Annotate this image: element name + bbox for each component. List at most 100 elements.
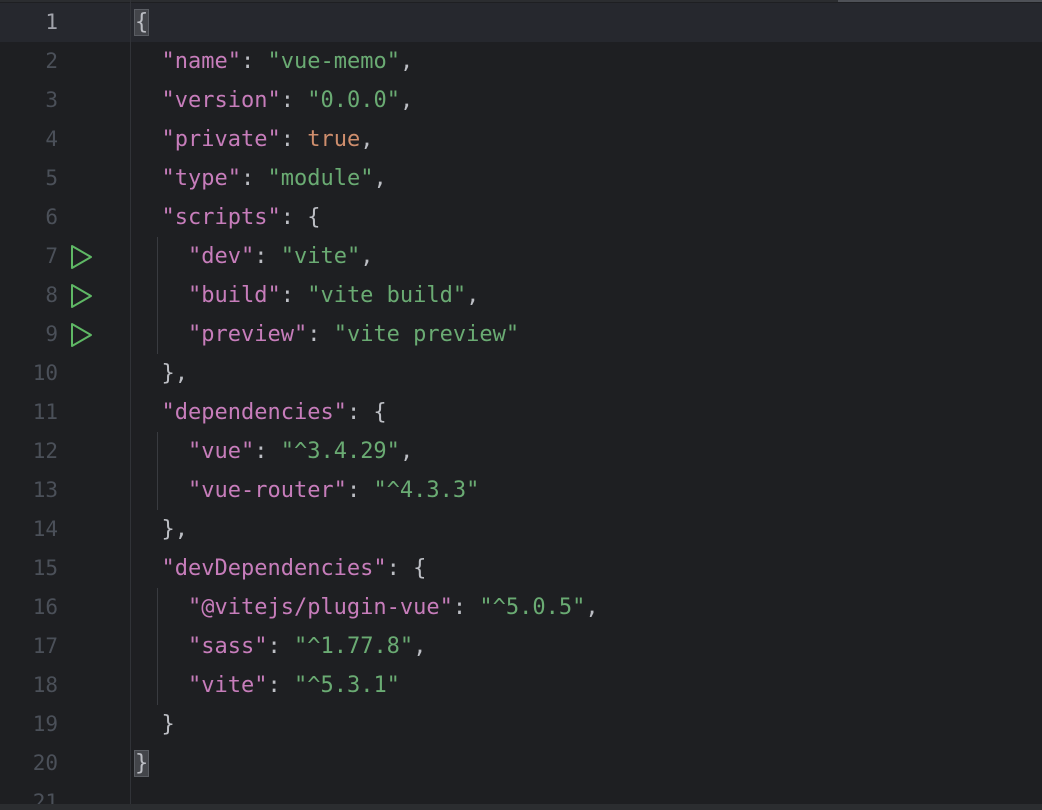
code-line[interactable]: 2 "name": "vue-memo", <box>0 42 1042 81</box>
code-token: : <box>280 88 308 113</box>
code-token: , <box>585 595 599 620</box>
code-token: }, <box>135 517 188 542</box>
code-token: "@vitejs/plugin-vue" <box>187 595 453 620</box>
code-line[interactable]: 12 "vue": "^3.4.29", <box>0 432 1042 471</box>
code-line[interactable]: 19 } <box>0 705 1042 744</box>
code-token: "dependencies" <box>161 400 347 425</box>
line-number: 16 <box>32 595 58 619</box>
code-token: "vite" <box>280 244 361 269</box>
code-line[interactable]: 1{ <box>0 3 1042 42</box>
code-line[interactable]: 14 }, <box>0 510 1042 549</box>
line-number: 8 <box>45 283 58 307</box>
line-number: 14 <box>32 517 58 541</box>
line-number: 15 <box>32 556 58 580</box>
line-number: 3 <box>45 88 58 112</box>
code-token: "^5.3.1" <box>293 673 400 698</box>
code-line[interactable]: 7 "dev": "vite", <box>0 237 1042 276</box>
code-token: "^4.3.3" <box>373 478 480 503</box>
run-play-icon[interactable] <box>68 244 94 270</box>
code-token: , <box>373 166 387 191</box>
line-number: 11 <box>32 400 58 424</box>
code-token: "vite build" <box>307 283 467 308</box>
code-line[interactable]: 16 "@vitejs/plugin-vue": "^5.0.5", <box>0 588 1042 627</box>
code-token: "^3.4.29" <box>280 439 400 464</box>
code-line[interactable]: 13 "vue-router": "^4.3.3" <box>0 471 1042 510</box>
code-token: , <box>466 283 480 308</box>
code-text: "scripts": { <box>135 198 321 237</box>
editor-bottom-border <box>0 804 1042 810</box>
code-token: "version" <box>161 88 281 113</box>
code-token: , <box>399 88 414 113</box>
code-line[interactable]: 18 "vite": "^5.3.1" <box>0 666 1042 705</box>
code-text: "preview": "vite preview" <box>135 315 519 354</box>
code-token: : <box>452 595 480 620</box>
code-text: "name": "vue-memo", <box>135 42 414 81</box>
line-number: 20 <box>32 751 58 775</box>
code-text: "vite": "^5.3.1" <box>135 666 400 705</box>
code-token: : <box>267 634 294 659</box>
code-line[interactable]: 20} <box>0 744 1042 783</box>
code-token: , <box>360 244 374 269</box>
code-token: "vue-memo" <box>267 49 400 74</box>
code-token: "preview" <box>187 322 308 347</box>
code-text: "vue-router": "^4.3.3" <box>135 471 479 510</box>
code-text: } <box>135 705 174 744</box>
code-token: : <box>267 673 294 698</box>
code-token: : { <box>386 556 427 581</box>
code-token: : <box>254 244 281 269</box>
code-token: { <box>133 9 150 36</box>
code-line[interactable]: 4 "private": true, <box>0 120 1042 159</box>
code-token: : <box>254 439 281 464</box>
code-text: "version": "0.0.0", <box>135 81 414 120</box>
line-number: 7 <box>45 244 58 268</box>
code-line[interactable]: 6 "scripts": { <box>0 198 1042 237</box>
line-number: 18 <box>32 673 58 697</box>
run-play-icon[interactable] <box>68 283 94 309</box>
code-token: : <box>307 322 334 347</box>
code-token: "vite" <box>187 673 268 698</box>
code-text: "dev": "vite", <box>135 237 373 276</box>
line-number: 6 <box>45 205 58 229</box>
code-line[interactable]: 15 "devDependencies": { <box>0 549 1042 588</box>
code-text: "vue": "^3.4.29", <box>135 432 413 471</box>
code-token: "type" <box>161 166 241 191</box>
code-text: "build": "vite build", <box>135 276 479 315</box>
code-token: "sass" <box>187 634 268 659</box>
code-line[interactable]: 10 }, <box>0 354 1042 393</box>
code-text: "devDependencies": { <box>135 549 427 588</box>
code-text: }, <box>135 354 188 393</box>
horizontal-scrollbar-thumb[interactable] <box>838 0 1042 2</box>
code-token: : <box>346 478 374 503</box>
code-token: "private" <box>161 127 281 152</box>
code-token: , <box>399 439 414 464</box>
code-token: }, <box>135 361 188 386</box>
code-line[interactable]: 11 "dependencies": { <box>0 393 1042 432</box>
code-text: "sass": "^1.77.8", <box>135 627 426 666</box>
code-token: : <box>240 49 268 74</box>
code-line[interactable]: 3 "version": "0.0.0", <box>0 81 1042 120</box>
code-token: : <box>240 166 268 191</box>
code-line[interactable]: 5 "type": "module", <box>0 159 1042 198</box>
line-number: 12 <box>32 439 58 463</box>
line-number: 1 <box>45 10 58 34</box>
code-line[interactable]: 17 "sass": "^1.77.8", <box>0 627 1042 666</box>
code-editor[interactable]: 1{2 "name": "vue-memo", 3 "version": "0.0… <box>0 0 1042 810</box>
run-play-icon[interactable] <box>68 322 94 348</box>
code-token: "0.0.0" <box>307 88 400 113</box>
code-token: : { <box>280 205 321 230</box>
code-text: "type": "module", <box>135 159 387 198</box>
code-token: , <box>399 49 414 74</box>
code-line[interactable]: 9 "preview": "vite preview" <box>0 315 1042 354</box>
code-line[interactable]: 8 "build": "vite build", <box>0 276 1042 315</box>
code-token: "devDependencies" <box>161 556 387 581</box>
